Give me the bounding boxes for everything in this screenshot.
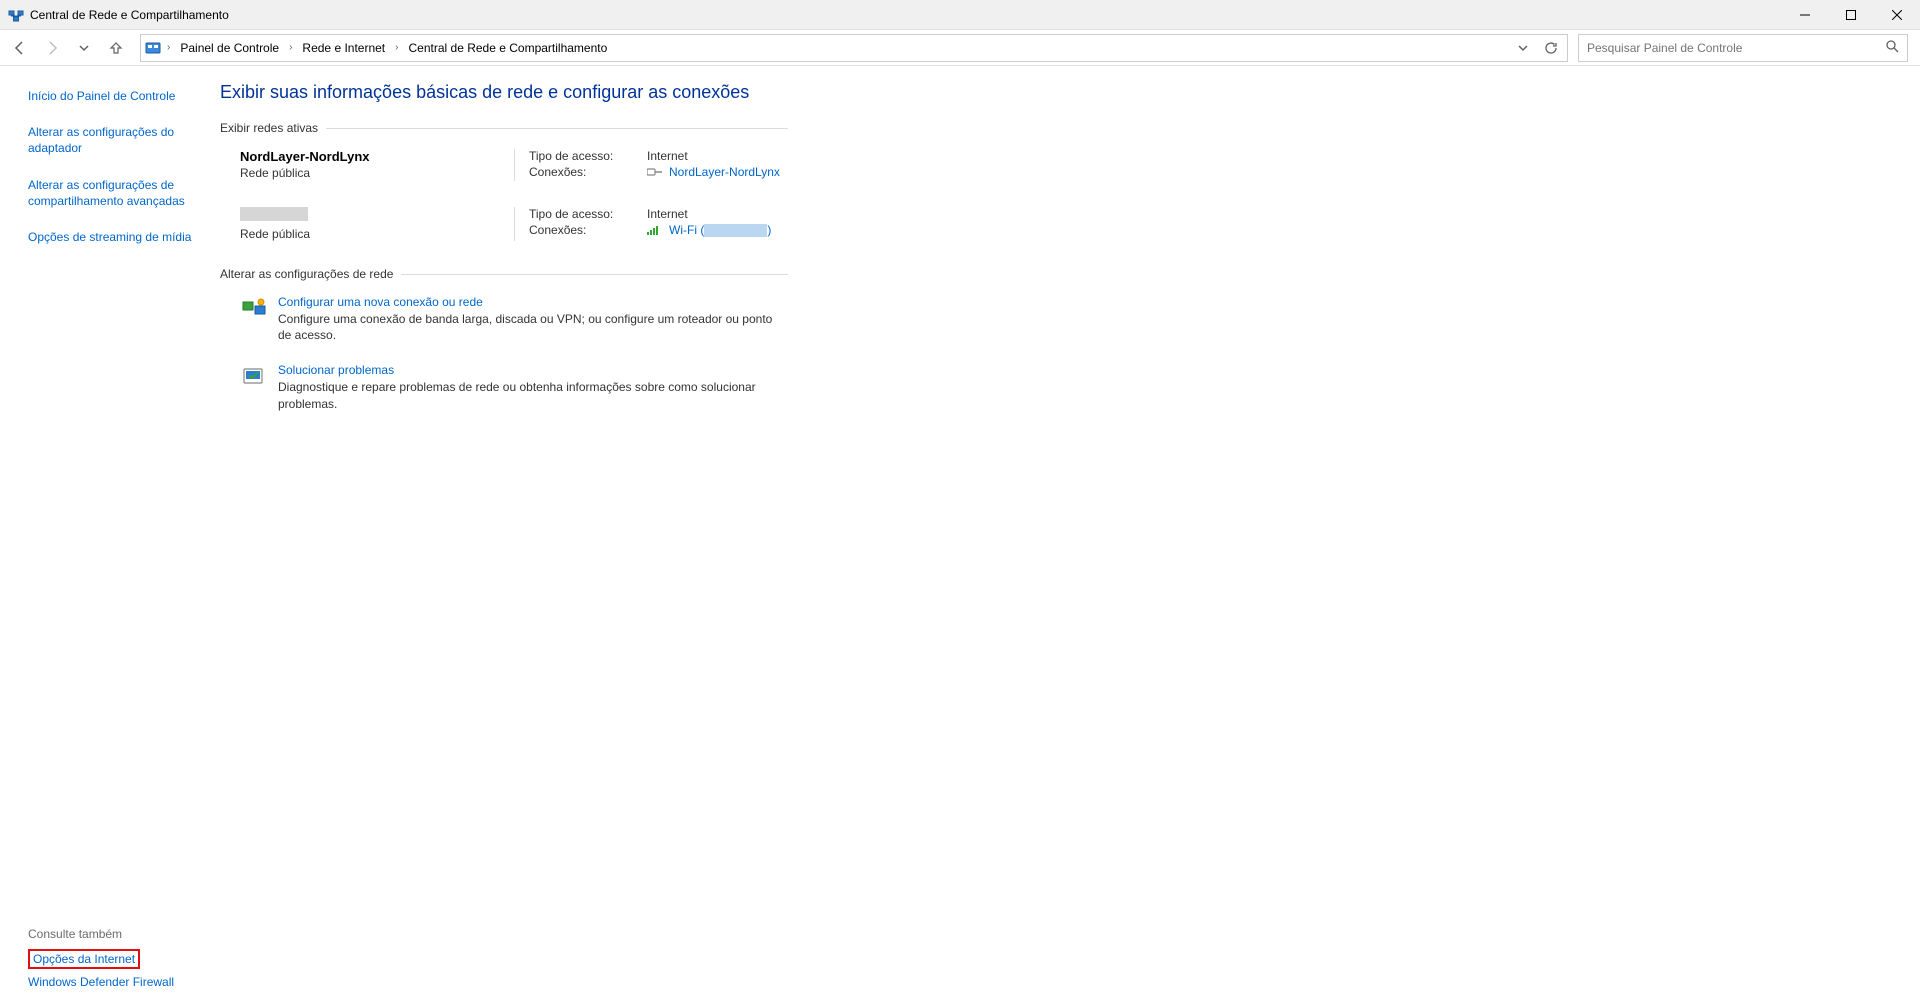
connections-label: Conexões: <box>529 223 647 237</box>
see-also-heading: Consulte também <box>28 927 200 941</box>
maximize-button[interactable] <box>1828 0 1874 30</box>
window-controls <box>1782 0 1920 29</box>
ethernet-icon <box>647 166 663 178</box>
wifi-icon <box>647 224 663 236</box>
chevron-right-icon[interactable]: › <box>287 42 294 53</box>
access-type-value: Internet <box>647 207 688 221</box>
troubleshoot-action: Solucionar problemas Diagnostique e repa… <box>220 363 788 411</box>
address-dropdown[interactable] <box>1511 36 1535 60</box>
setup-connection-link[interactable]: Configurar uma nova conexão ou rede <box>278 295 483 309</box>
chevron-right-icon[interactable]: › <box>393 42 400 53</box>
page-title: Exibir suas informações básicas de rede … <box>220 82 788 103</box>
sidebar-home[interactable]: Início do Painel de Controle <box>28 84 200 108</box>
network-type: Rede pública <box>240 227 494 241</box>
search-box[interactable] <box>1578 34 1908 62</box>
control-panel-icon <box>145 40 161 56</box>
forward-button[interactable] <box>38 34 66 62</box>
see-also-internet-options[interactable]: Opções da Internet <box>28 949 140 969</box>
network-name-redacted <box>240 207 308 221</box>
sidebar-streaming[interactable]: Opções de streaming de mídia <box>28 225 200 249</box>
address-bar[interactable]: › Painel de Controle › Rede e Internet ›… <box>140 34 1568 62</box>
network-entry: NordLayer-NordLynx Rede pública Tipo de … <box>220 149 788 181</box>
up-button[interactable] <box>102 34 130 62</box>
sidebar: Início do Painel de Controle Alterar as … <box>0 66 210 1005</box>
back-button[interactable] <box>6 34 34 62</box>
section-active-networks: Exibir redes ativas <box>220 121 788 135</box>
troubleshoot-icon <box>240 363 268 391</box>
connection-link[interactable]: Wi-Fi () <box>669 223 771 237</box>
breadcrumb-root[interactable]: Painel de Controle <box>176 39 283 57</box>
network-name: NordLayer-NordLynx <box>240 149 494 164</box>
sidebar-sharing[interactable]: Alterar as configurações de compartilham… <box>28 173 200 213</box>
access-type-value: Internet <box>647 149 688 163</box>
network-center-icon <box>8 7 24 23</box>
connections-label: Conexões: <box>529 165 647 179</box>
network-entry: Rede pública Tipo de acesso: Internet Co… <box>220 207 788 241</box>
main-content: Exibir suas informações básicas de rede … <box>210 66 788 1005</box>
troubleshoot-link[interactable]: Solucionar problemas <box>278 363 394 377</box>
refresh-button[interactable] <box>1539 36 1563 60</box>
access-type-label: Tipo de acesso: <box>529 207 647 221</box>
setup-connection-icon <box>240 295 268 323</box>
setup-connection-desc: Configure uma conexão de banda larga, di… <box>278 311 788 343</box>
network-type: Rede pública <box>240 166 494 180</box>
titlebar: Central de Rede e Compartilhamento <box>0 0 1920 30</box>
setup-connection-action: Configurar uma nova conexão ou rede Conf… <box>220 295 788 343</box>
troubleshoot-desc: Diagnostique e repare problemas de rede … <box>278 379 788 411</box>
recent-dropdown[interactable] <box>70 34 98 62</box>
connection-link[interactable]: NordLayer-NordLynx <box>669 165 780 179</box>
search-input[interactable] <box>1587 41 1885 55</box>
sidebar-adapter[interactable]: Alterar as configurações do adaptador <box>28 120 200 160</box>
ssid-redacted <box>704 224 767 237</box>
breadcrumb-mid[interactable]: Rede e Internet <box>298 39 389 57</box>
access-type-label: Tipo de acesso: <box>529 149 647 163</box>
minimize-button[interactable] <box>1782 0 1828 30</box>
navbar: › Painel de Controle › Rede e Internet ›… <box>0 30 1920 66</box>
close-button[interactable] <box>1874 0 1920 30</box>
chevron-right-icon[interactable]: › <box>165 42 172 53</box>
search-icon[interactable] <box>1885 39 1899 56</box>
section-change-settings: Alterar as configurações de rede <box>220 267 788 281</box>
window-title: Central de Rede e Compartilhamento <box>30 8 1782 22</box>
breadcrumb-leaf[interactable]: Central de Rede e Compartilhamento <box>405 39 612 57</box>
see-also-firewall[interactable]: Windows Defender Firewall <box>28 973 174 991</box>
